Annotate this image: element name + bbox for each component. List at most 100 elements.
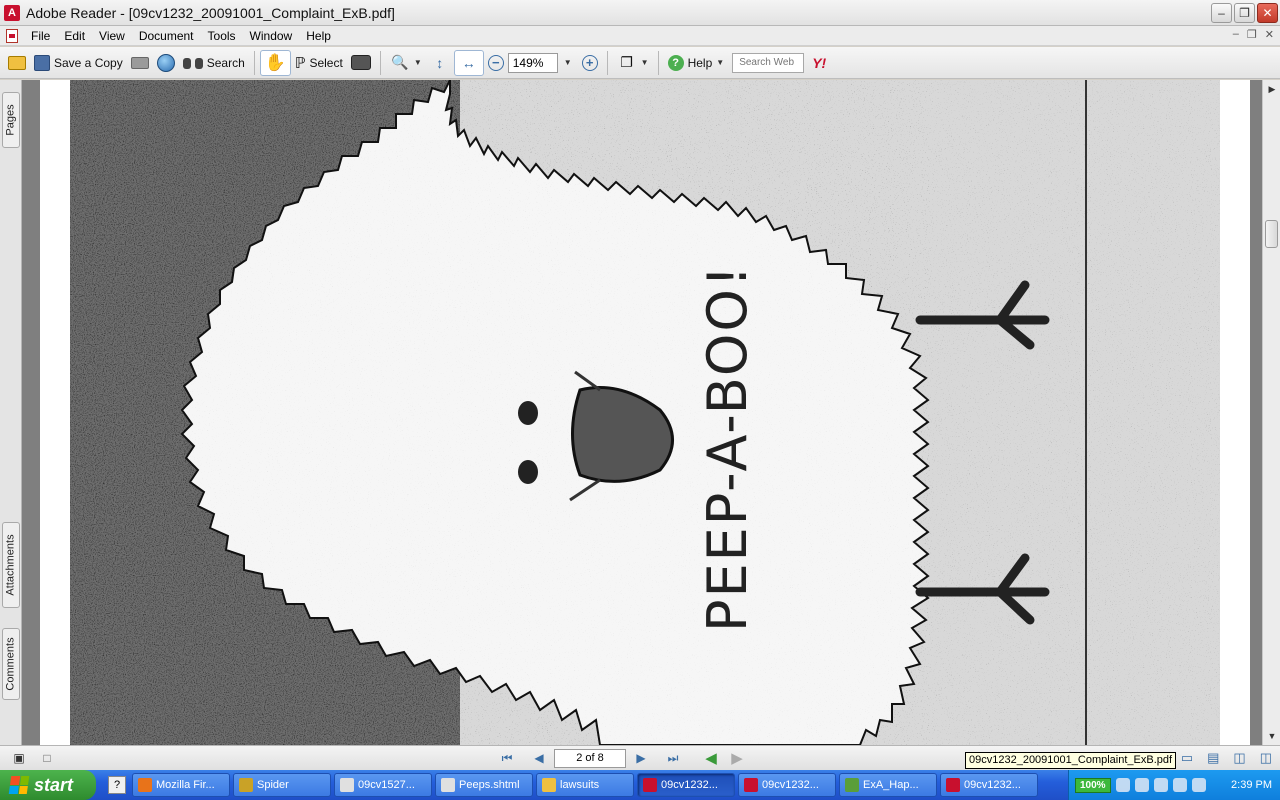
tab-comments[interactable]: Comments (2, 628, 20, 700)
minimize-button[interactable]: – (1211, 3, 1232, 23)
tray-icon[interactable] (1115, 778, 1130, 792)
taskbar-button[interactable]: Peeps.shtml (435, 773, 533, 797)
taskbar-button-label: Mozilla Fir... (156, 779, 215, 791)
menu-document[interactable]: Document (132, 26, 201, 46)
taskbar-app-icon (340, 778, 354, 792)
menu-edit[interactable]: Edit (57, 26, 92, 46)
doc-restore-button[interactable]: ❐ (1247, 28, 1257, 41)
page-number-field[interactable]: 2 of 8 (554, 748, 626, 768)
taskbar-app-icon (946, 778, 960, 792)
yahoo-button[interactable]: Y! (812, 55, 826, 71)
folder-icon (8, 55, 26, 70)
taskbar-button-label: Spider (257, 779, 289, 791)
taskbar-button[interactable]: lawsuits (536, 773, 634, 797)
scroll-down-arrow-icon[interactable]: ▼ (1263, 727, 1280, 745)
search-button[interactable]: Search (179, 50, 249, 76)
search-web-input[interactable] (732, 52, 805, 73)
printer-icon (130, 56, 149, 69)
fit-width-button[interactable]: ↔ (453, 49, 484, 76)
taskbar-button[interactable]: 09cv1232... (637, 773, 735, 797)
zoom-percent-badge[interactable]: 100% (1075, 777, 1111, 793)
menu-file[interactable]: File (24, 26, 57, 46)
binoculars-icon (182, 56, 203, 70)
taskbar-button[interactable]: Spider (233, 773, 331, 797)
save-a-copy-button[interactable]: Save a Copy (30, 50, 127, 76)
scrollbar-thumb[interactable] (1265, 220, 1278, 248)
print-button[interactable] (127, 50, 153, 76)
pdf-page: PEEP-A-BOO! (40, 80, 1250, 745)
page-thumb-icon[interactable]: □ (38, 749, 56, 767)
first-page-button[interactable]: ⏮ (498, 749, 516, 767)
menu-tools[interactable]: Tools (201, 26, 243, 46)
snapshot-button[interactable] (347, 50, 375, 76)
single-page-view-icon[interactable]: ▭ (1181, 750, 1193, 766)
continuous-facing-view-icon[interactable]: ◫ (1260, 750, 1272, 766)
zoom-out-button[interactable]: − (484, 50, 508, 76)
tab-pages[interactable]: Pages (2, 92, 20, 148)
tray-icon[interactable] (1153, 778, 1168, 792)
menu-help[interactable]: Help (299, 26, 338, 46)
taskbar-app-icon (744, 778, 758, 792)
fit-width-icon: ↔ (461, 54, 476, 71)
taskbar-app-icon (441, 778, 455, 792)
magnifier-plus-icon: 🔍 (391, 54, 409, 70)
menu-window[interactable]: Window (243, 26, 300, 46)
navigation-panel-rail: Pages Attachments Comments (0, 80, 22, 745)
zoom-level-input[interactable] (507, 52, 558, 73)
plus-circle-icon: + (581, 54, 598, 71)
taskbar-button[interactable]: Mozilla Fir... (132, 773, 230, 797)
help-button[interactable]: ? Help ▼ (664, 50, 729, 76)
tray-icon[interactable] (1172, 778, 1187, 792)
zoom-tool-button[interactable]: 🔍 ▼ (386, 50, 426, 76)
toggle-panel-icon[interactable]: ▣ (10, 749, 28, 767)
taskbar-app-icon (239, 778, 253, 792)
taskbar-app-icon (643, 778, 657, 792)
tab-pages-label: Pages (5, 104, 18, 136)
tab-attachments[interactable]: Attachments (2, 522, 20, 608)
document-viewport[interactable]: PEEP-A-BOO! (22, 80, 1262, 745)
chevron-down-icon: ▼ (716, 58, 725, 67)
page-layout-button[interactable]: ❐ ▼ (613, 50, 653, 76)
title-bar: A Adobe Reader - [09cv1232_20091001_Comp… (0, 0, 1280, 26)
pdf-document-icon[interactable] (6, 28, 18, 43)
vertical-scrollbar[interactable]: ▶ ▼ (1262, 80, 1280, 745)
adobe-reader-icon: A (4, 4, 20, 21)
previous-page-button[interactable]: ◀ (530, 749, 548, 767)
hand-tool-button[interactable]: ✋ (259, 49, 291, 76)
start-button[interactable]: start (0, 770, 96, 800)
restore-button[interactable]: ❐ (1234, 3, 1255, 23)
taskbar-button[interactable]: 09cv1527... (334, 773, 432, 797)
search-label: Search (206, 55, 245, 70)
scroll-up-arrow-icon[interactable]: ▶ (1263, 80, 1280, 98)
system-tray: 100% 2:39 PM (1068, 770, 1280, 800)
taskbar-button-label: Peeps.shtml (459, 779, 520, 791)
open-button[interactable] (4, 50, 30, 76)
taskbar-button[interactable]: 09cv1232... (738, 773, 836, 797)
taskbar-app-icon (542, 778, 556, 792)
taskbar-app-icon (138, 778, 152, 792)
taskbar-button[interactable]: ExA_Hap... (839, 773, 937, 797)
tray-icon[interactable] (1191, 778, 1206, 792)
start-label: start (34, 774, 74, 795)
fit-page-button[interactable]: ↕ (426, 50, 454, 76)
email-button[interactable] (153, 50, 179, 76)
zoom-dropdown-icon[interactable]: ▼ (564, 58, 572, 67)
taskbar-button-label: ExA_Hap... (863, 779, 919, 791)
doc-minimize-button[interactable]: – (1233, 28, 1239, 41)
menu-view[interactable]: View (92, 26, 132, 46)
quick-launch-help-icon[interactable]: ? (108, 776, 126, 794)
last-page-button[interactable]: ⏭ (664, 749, 682, 767)
continuous-view-icon[interactable]: ▤ (1207, 750, 1219, 766)
facing-view-icon[interactable]: ◫ (1233, 750, 1245, 766)
doc-close-button[interactable]: ✕ (1265, 28, 1274, 41)
select-tool-button[interactable]: ℙ Select (291, 50, 347, 76)
go-forward-button[interactable]: ▶ (728, 749, 746, 767)
tray-icon[interactable] (1134, 778, 1149, 792)
go-back-button[interactable]: ◀ (702, 749, 720, 767)
zoom-in-button[interactable]: + (578, 50, 602, 76)
chevron-down-icon: ▼ (413, 58, 422, 67)
close-button[interactable]: ✕ (1257, 3, 1278, 23)
taskbar-button-label: 09cv1232... (661, 779, 718, 791)
taskbar-button[interactable]: 09cv1232... (940, 773, 1038, 797)
next-page-button[interactable]: ▶ (632, 749, 650, 767)
